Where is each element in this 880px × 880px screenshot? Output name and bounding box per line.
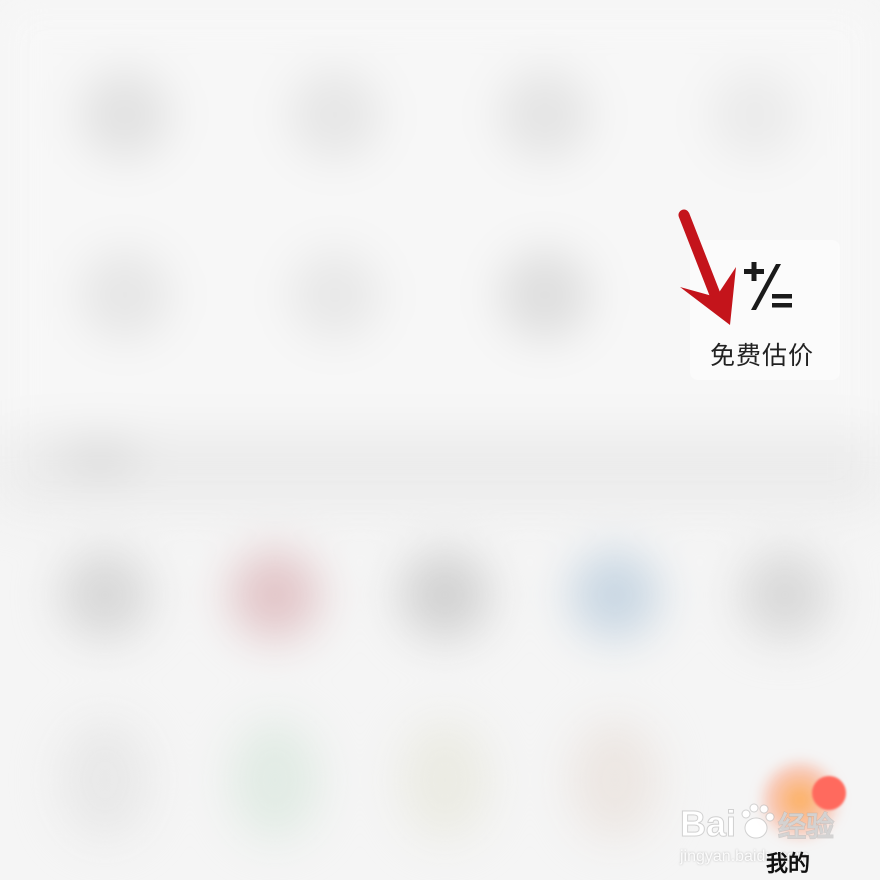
blurred-background (0, 0, 880, 880)
tab-mine[interactable]: 我的 (766, 846, 810, 878)
red-arrow-icon (678, 209, 736, 325)
baidu-paw-logo-icon: Bai 经验 (680, 803, 835, 845)
baidu-jingyan-watermark: Bai 经验 jingyan.baidu.com (668, 786, 858, 876)
app-screen: 免费估价 Bai 经验 jingyan.baidu.com 我的 (0, 0, 880, 880)
svg-text:经验: 经验 (778, 810, 834, 843)
free-estimate-label: 免费估价 (710, 341, 815, 370)
svg-text:Bai: Bai (680, 803, 736, 844)
